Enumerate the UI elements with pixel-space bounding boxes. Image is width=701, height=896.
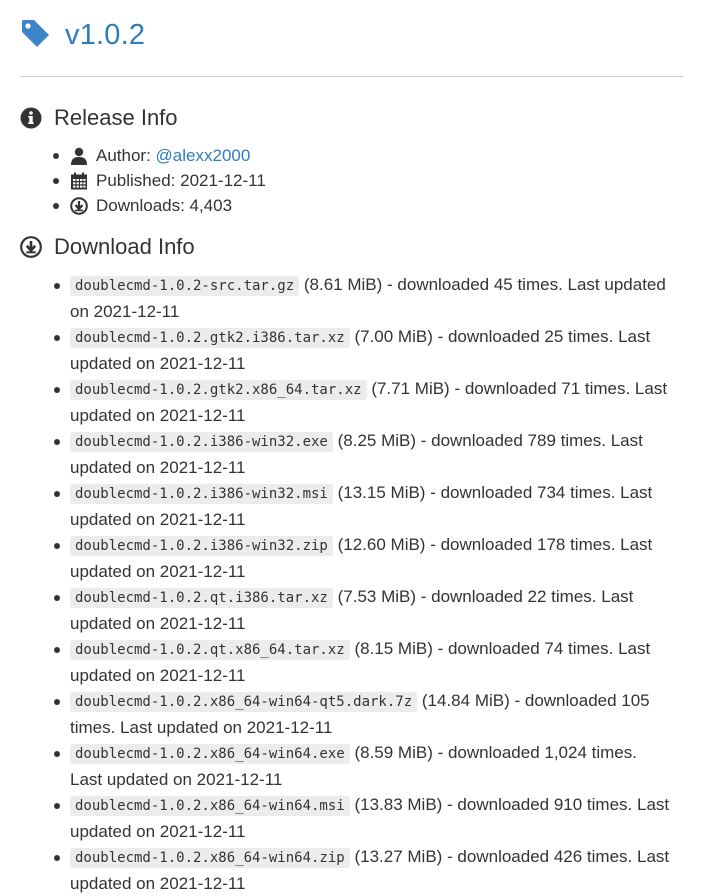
list-item: doublecmd-1.0.2.i386-win32.exe (8.25 MiB… xyxy=(54,428,671,480)
tag-icon xyxy=(20,18,52,50)
file-name-link[interactable]: doublecmd-1.0.2.i386-win32.exe xyxy=(70,432,333,452)
list-item: doublecmd-1.0.2.x86_64-win64.zip (13.27 … xyxy=(54,844,671,896)
downloads-label: Downloads: 4,403 xyxy=(96,196,233,215)
list-item: doublecmd-1.0.2.i386-win32.msi (13.15 Mi… xyxy=(54,480,671,532)
download-circle-icon xyxy=(70,196,88,215)
list-item: doublecmd-1.0.2.gtk2.x86_64.tar.xz (7.71… xyxy=(54,376,671,428)
file-name-link[interactable]: doublecmd-1.0.2.x86_64-win64-qt5.dark.7z xyxy=(70,692,418,712)
file-name-link[interactable]: doublecmd-1.0.2-src.tar.gz xyxy=(70,276,300,296)
file-name-link[interactable]: doublecmd-1.0.2.gtk2.x86_64.tar.xz xyxy=(70,380,367,400)
file-name-link[interactable]: doublecmd-1.0.2.i386-win32.zip xyxy=(70,536,333,556)
file-name-link[interactable]: doublecmd-1.0.2.gtk2.i386.tar.xz xyxy=(70,328,350,348)
list-item: doublecmd-1.0.2.gtk2.i386.tar.xz (7.00 M… xyxy=(54,324,671,376)
published-item: Published: 2021-12-11 xyxy=(50,168,681,193)
published-label: Published: 2021-12-11 xyxy=(96,171,266,190)
release-header: v1.0.2 xyxy=(20,0,683,77)
author-label: Author: xyxy=(96,146,151,165)
download-info-heading: Download Info xyxy=(20,232,681,262)
list-item: doublecmd-1.0.2-src.tar.gz (8.61 MiB) - … xyxy=(54,272,671,324)
download-file-list: doublecmd-1.0.2-src.tar.gz (8.61 MiB) - … xyxy=(20,272,681,896)
release-info-heading: Release Info xyxy=(20,103,681,133)
file-name-link[interactable]: doublecmd-1.0.2.x86_64-win64.exe xyxy=(70,744,350,764)
release-info-list: Author: @alexx2000 Published: 2021-12-11… xyxy=(20,143,681,218)
author-link[interactable]: @alexx2000 xyxy=(156,143,251,168)
release-version-title: v1.0.2 xyxy=(65,18,146,51)
list-item: doublecmd-1.0.2.i386-win32.zip (12.60 Mi… xyxy=(54,532,671,584)
download-circle-icon xyxy=(20,236,42,258)
list-item: doublecmd-1.0.2.x86_64-win64-qt5.dark.7z… xyxy=(54,688,671,740)
user-icon xyxy=(70,147,88,165)
file-name-link[interactable]: doublecmd-1.0.2.qt.x86_64.tar.xz xyxy=(70,640,350,660)
file-name-link[interactable]: doublecmd-1.0.2.x86_64-win64.zip xyxy=(70,848,350,868)
release-page: v1.0.2 Release Info Author: @alexx2000 P… xyxy=(0,0,701,893)
file-name-link[interactable]: doublecmd-1.0.2.qt.i386.tar.xz xyxy=(70,588,333,608)
file-name-link[interactable]: doublecmd-1.0.2.i386-win32.msi xyxy=(70,484,333,504)
list-item: doublecmd-1.0.2.qt.x86_64.tar.xz (8.15 M… xyxy=(54,636,671,688)
info-circle-icon xyxy=(20,107,42,129)
list-item: doublecmd-1.0.2.x86_64-win64.exe (8.59 M… xyxy=(54,740,671,792)
list-item: doublecmd-1.0.2.x86_64-win64.msi (13.83 … xyxy=(54,792,671,844)
release-info-title: Release Info xyxy=(54,105,178,130)
list-item: doublecmd-1.0.2.qt.i386.tar.xz (7.53 MiB… xyxy=(54,584,671,636)
calendar-icon xyxy=(70,172,88,190)
author-item: Author: @alexx2000 xyxy=(50,143,681,168)
file-name-link[interactable]: doublecmd-1.0.2.x86_64-win64.msi xyxy=(70,796,350,816)
downloads-item: Downloads: 4,403 xyxy=(50,193,681,218)
download-info-title: Download Info xyxy=(54,234,195,259)
